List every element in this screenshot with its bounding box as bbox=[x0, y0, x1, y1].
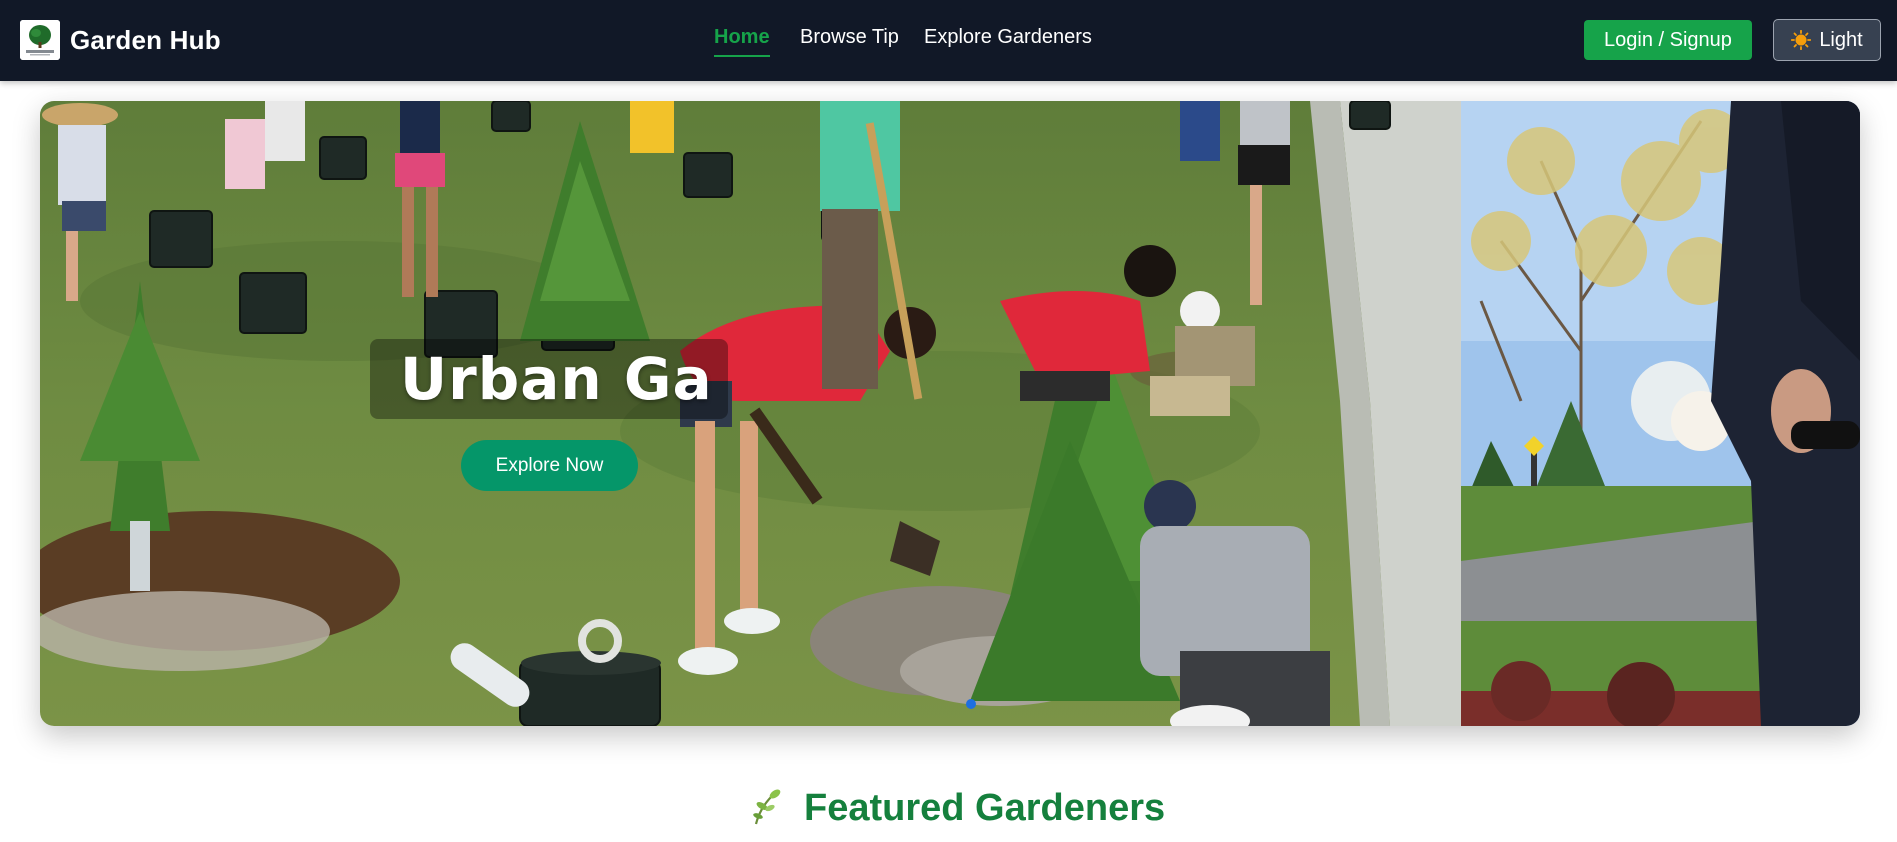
hero-carousel[interactable]: Urban Ga Explore Now bbox=[40, 101, 1860, 726]
nav-link-home[interactable]: Home bbox=[714, 26, 770, 57]
hero-title-box: Urban Ga bbox=[370, 339, 728, 419]
featured-gardeners-heading: Featured Gardeners bbox=[804, 787, 1166, 829]
sprout-icon bbox=[750, 786, 786, 831]
top-navbar: Garden Hub Home Browse Tip Explore Garde… bbox=[0, 0, 1897, 81]
brand[interactable]: Garden Hub bbox=[20, 20, 221, 60]
featured-gardeners-section: Featured Gardeners bbox=[750, 786, 1165, 831]
sun-icon bbox=[1791, 29, 1812, 51]
theme-toggle-button[interactable]: Light bbox=[1773, 19, 1881, 61]
nav-link-browse-tip[interactable]: Browse Tip bbox=[800, 26, 899, 55]
login-signup-button[interactable]: Login / Signup bbox=[1584, 20, 1752, 60]
tree-logo-icon bbox=[20, 20, 60, 60]
explore-now-button[interactable]: Explore Now bbox=[461, 440, 638, 491]
brand-name: Garden Hub bbox=[70, 24, 221, 55]
hero-slide-image bbox=[40, 101, 1461, 726]
carousel-indicator-dot[interactable] bbox=[966, 699, 976, 709]
garden-hub-logo bbox=[20, 20, 60, 60]
next-slide-image bbox=[1461, 101, 1860, 726]
nav-link-explore-gardeners[interactable]: Explore Gardeners bbox=[924, 26, 1092, 55]
theme-toggle-label: Light bbox=[1819, 28, 1863, 51]
hero-title: Urban Ga bbox=[400, 345, 713, 413]
